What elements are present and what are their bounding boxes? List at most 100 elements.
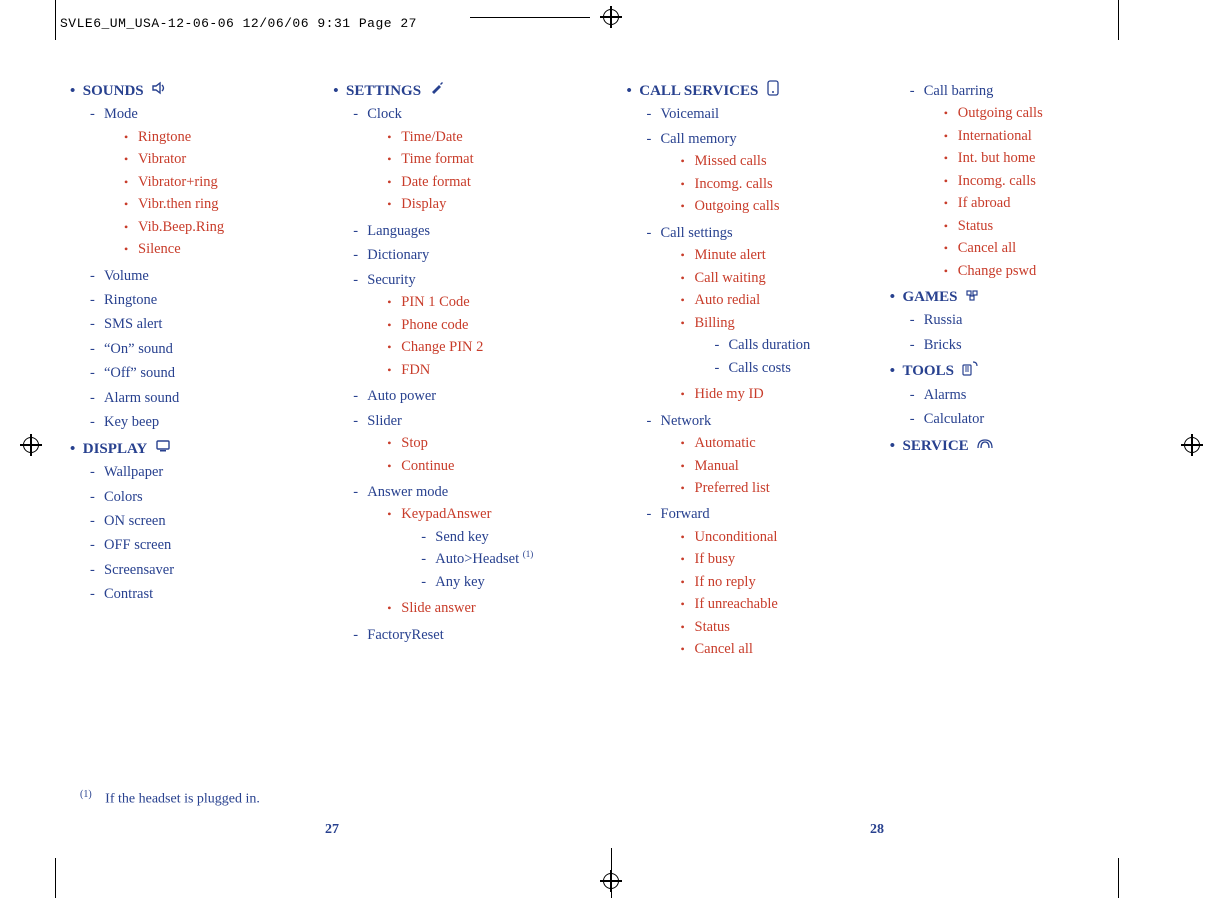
list-item: Dictionary — [367, 247, 429, 263]
list-item: Date format — [401, 174, 471, 190]
sounds-icon — [151, 80, 167, 102]
list-item: Mode — [104, 106, 138, 122]
list-item: Security — [367, 272, 415, 288]
list-item: Slider — [367, 413, 402, 429]
list-item: KeypadAnswer — [401, 506, 491, 522]
list-item: If no reply — [695, 574, 756, 590]
tools-icon — [962, 360, 980, 383]
list-item: Display — [401, 196, 446, 212]
section-header-games: • GAMES — [890, 286, 1143, 309]
list-item: Any key — [435, 574, 485, 590]
list-item: Russia — [924, 312, 963, 328]
list-item: Cancel all — [958, 240, 1016, 256]
footnote-marker: (1) — [80, 789, 92, 800]
crop-line — [470, 17, 590, 18]
list-item: ON screen — [104, 513, 166, 529]
page-number-left: 27 — [325, 822, 339, 838]
footnote-text: If the headset is plugged in. — [105, 792, 260, 807]
registration-mark-top — [600, 6, 622, 28]
list-item: Phone code — [401, 317, 468, 333]
list-item: FactoryReset — [367, 627, 444, 643]
list-item: Int. but home — [958, 150, 1036, 166]
section-header-settings: • SETTINGS — [333, 80, 586, 103]
list-item: Answer mode — [367, 484, 448, 500]
list-item: Automatic — [695, 435, 756, 451]
list-item: If abroad — [958, 195, 1011, 211]
list-item: Screensaver — [104, 562, 174, 578]
list-item: Key beep — [104, 414, 159, 430]
list-item: Slide answer — [401, 600, 476, 616]
list-item: Preferred list — [695, 480, 770, 496]
settings-icon — [429, 80, 445, 103]
list-item: Incomg. calls — [695, 176, 773, 192]
list-item: Calculator — [924, 411, 984, 427]
list-item: Ringtone — [104, 292, 157, 308]
list-item: Status — [958, 218, 993, 234]
list-item: Network — [661, 413, 712, 429]
list-item: “Off” sound — [104, 365, 175, 381]
list-item: Call barring — [924, 83, 994, 99]
list-item: Contrast — [104, 586, 153, 602]
registration-mark-right — [1181, 434, 1203, 456]
list-item: Vibr.then ring — [138, 196, 218, 212]
list-item: FDN — [401, 362, 430, 378]
section-header-service: • SERVICE — [890, 435, 1143, 458]
page-content: • SOUNDS Mode Ringtone Vibrator Vibrator… — [70, 80, 1153, 858]
list-item: Auto power — [367, 388, 436, 404]
crop-line — [1118, 0, 1119, 40]
column-1: • SOUNDS Mode Ringtone Vibrator Vibrator… — [70, 80, 333, 858]
crop-line — [1118, 858, 1119, 898]
call-services-icon — [766, 80, 780, 103]
list-item: Change pswd — [958, 263, 1037, 279]
list-item: Auto redial — [695, 292, 761, 308]
list-item: Silence — [138, 241, 181, 257]
list-item: Change PIN 2 — [401, 339, 483, 355]
column-4: Call barring Outgoing calls Internationa… — [890, 80, 1153, 858]
list-item: International — [958, 128, 1032, 144]
list-item: Missed calls — [695, 153, 767, 169]
list-item: Vibrator+ring — [138, 174, 218, 190]
list-item: Forward — [661, 506, 710, 522]
column-3: • CALL SERVICES Voicemail Call memory Mi… — [597, 80, 890, 858]
list-item: “On” sound — [104, 341, 173, 357]
list-item: If unreachable — [695, 596, 778, 612]
section-header-tools: • TOOLS — [890, 360, 1143, 383]
list-item: SMS alert — [104, 316, 162, 332]
list-item: Colors — [104, 489, 143, 505]
list-item: Vib.Beep.Ring — [138, 219, 224, 235]
list-item: Volume — [104, 268, 149, 284]
list-item: Languages — [367, 223, 430, 239]
page-number-right: 28 — [870, 822, 884, 838]
list-item: Send key — [435, 529, 489, 545]
list-item: Alarm sound — [104, 390, 179, 406]
list-item: Call memory — [661, 131, 737, 147]
registration-mark-left — [20, 434, 42, 456]
crop-line — [55, 858, 56, 898]
games-icon — [965, 287, 981, 309]
list-item: Calls costs — [729, 360, 791, 376]
list-item: Time format — [401, 151, 473, 167]
print-header-line: SVLE6_UM_USA-12-06-06 12/06/06 9:31 Page… — [60, 16, 417, 31]
list-item: Auto>Headset — [435, 551, 519, 567]
service-icon — [976, 435, 994, 457]
list-item: Clock — [367, 106, 402, 122]
list-item: Unconditional — [695, 529, 778, 545]
list-item: Call settings — [661, 225, 733, 241]
list-item: Call waiting — [695, 270, 766, 286]
list-item: Outgoing calls — [695, 198, 780, 214]
list-item: Status — [695, 619, 730, 635]
list-item: Wallpaper — [104, 464, 163, 480]
list-item: Minute alert — [695, 247, 766, 263]
list-item: OFF screen — [104, 537, 171, 553]
list-item: Cancel all — [695, 641, 753, 657]
list-item: Hide my ID — [695, 386, 764, 402]
list-item: Bricks — [924, 337, 962, 353]
list-item: Stop — [401, 435, 428, 451]
list-item: Ringtone — [138, 129, 191, 145]
column-2: • SETTINGS Clock Time/Date Time format D… — [333, 80, 596, 858]
list-item: PIN 1 Code — [401, 294, 469, 310]
list-item: Continue — [401, 458, 454, 474]
section-header-call-services: • CALL SERVICES — [627, 80, 880, 103]
list-item: If busy — [695, 551, 736, 567]
list-item: Outgoing calls — [958, 105, 1043, 121]
